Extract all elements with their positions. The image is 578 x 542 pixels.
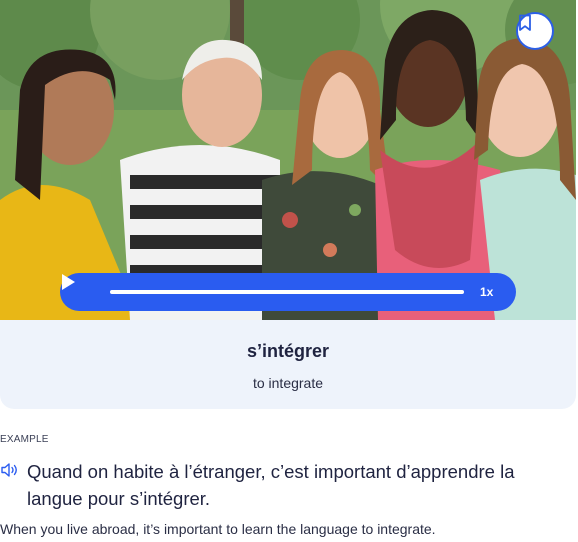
example-sentence-translation: When you live abroad, it’s important to …	[0, 521, 436, 537]
flashcard: 1x s’intégrer to integrate	[0, 0, 576, 409]
play-button[interactable]	[62, 274, 102, 303]
example-label: EXAMPLE	[0, 434, 49, 445]
speaker-icon	[1, 463, 17, 477]
play-icon	[62, 274, 75, 290]
audio-player: 1x	[60, 273, 516, 311]
word-panel: s’intégrer to integrate	[0, 320, 576, 409]
flashcard-photo: 1x	[0, 0, 576, 320]
example-audio-button[interactable]	[0, 462, 20, 478]
playback-speed-button[interactable]: 1x	[480, 285, 493, 299]
audio-progress-track[interactable]	[110, 290, 464, 294]
vocabulary-word: s’intégrer	[246, 341, 330, 361]
example-sentence: Quand on habite à l’étranger, c’est impo…	[27, 461, 515, 509]
bookmark-icon	[519, 14, 531, 31]
word-translation: to integrate	[252, 375, 324, 391]
group-photo-illustration	[0, 0, 576, 320]
bookmark-button[interactable]	[516, 12, 554, 50]
